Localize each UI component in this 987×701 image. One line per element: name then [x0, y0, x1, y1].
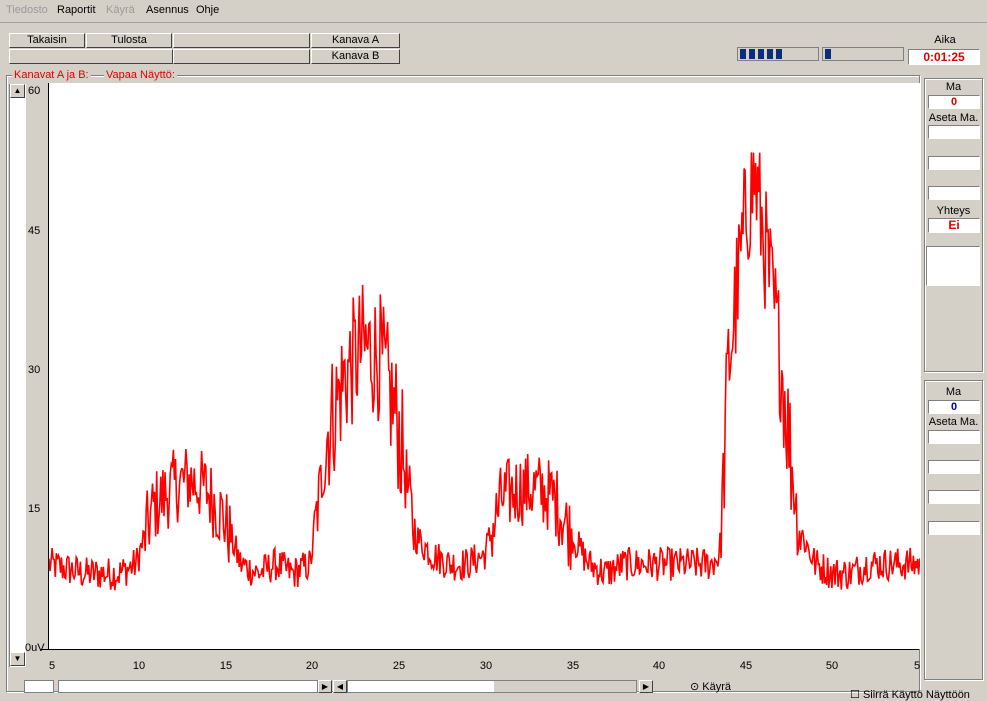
x-tick-label: 45 — [739, 660, 753, 672]
radio-selected-icon[interactable]: ⊙ — [690, 681, 699, 693]
y-tick-label: 60 — [28, 85, 41, 97]
ma-label: Ma — [945, 81, 962, 93]
aseta-ma-input-a[interactable] — [928, 125, 980, 139]
x-tick-label: 30 — [479, 660, 493, 672]
panel-b-input-4[interactable] — [928, 521, 980, 535]
panel-a-input-3[interactable] — [928, 186, 980, 200]
ma-value-b: 0 — [928, 400, 980, 414]
x-axis-line — [40, 649, 919, 650]
panel-b-input-3[interactable] — [928, 490, 980, 504]
x-tick-label: 10 — [132, 660, 146, 672]
menu-reports[interactable]: Raportit — [57, 4, 96, 16]
scroll-right-icon[interactable]: ▶ — [318, 680, 332, 693]
time-label: Aika — [934, 34, 956, 46]
x-tick-label: 40 — [652, 660, 666, 672]
x-tick-label: 20 — [305, 660, 319, 672]
x-tick-label: 5 — [48, 660, 56, 672]
meter-segment — [825, 49, 831, 59]
eeg-trace-line — [48, 152, 921, 591]
x-tick-label: 15 — [219, 660, 233, 672]
menu-bar: Tiedosto Raportit Käyrä Asennus Ohje — [0, 0, 987, 23]
panel-a-input-2[interactable] — [928, 156, 980, 170]
menu-curve[interactable]: Käyrä — [106, 4, 135, 16]
curve-radio[interactable]: ⊙ Käyrä — [690, 680, 731, 693]
chart-channels-label: Kanavat A ja B: — [12, 69, 91, 81]
channel-b-button[interactable]: Kanava B — [311, 49, 400, 64]
checkbox-icon[interactable]: ☐ — [850, 689, 860, 701]
x-tick-label: 25 — [392, 660, 406, 672]
toolbar-blank-button[interactable] — [173, 33, 310, 48]
chart-mode-label: Vapaa Näyttö: — [104, 69, 177, 81]
ma-label: Ma — [945, 386, 962, 398]
level-meter-b — [822, 47, 904, 61]
channel-a-button[interactable]: Kanava A — [311, 33, 400, 48]
meter-segment — [758, 49, 764, 59]
print-button[interactable]: Tulosta — [86, 33, 172, 48]
scroll-right-icon[interactable]: ▶ — [639, 680, 653, 693]
level-meter-a — [737, 47, 819, 61]
plot-area — [45, 82, 921, 649]
y-tick-label: 15 — [28, 503, 41, 515]
menu-help[interactable]: Ohje — [196, 4, 219, 16]
connection-label: Yhteys — [936, 205, 971, 217]
meter-segment — [749, 49, 755, 59]
y-tick-label: 0uV — [25, 642, 45, 654]
curve-radio-label: Käyrä — [702, 681, 732, 693]
transfer-checkbox-label: Siirrä Käyttö Näyttöön — [862, 689, 970, 701]
x-tick-label: 50 — [825, 660, 839, 672]
scroll-up-icon[interactable]: ▲ — [10, 84, 25, 98]
connection-value: Ei — [928, 218, 980, 233]
x-tick-label: 35 — [566, 660, 580, 672]
vertical-scrollbar[interactable]: ▲ ▼ — [9, 84, 26, 667]
aseta-ma-label: Aseta Ma. — [928, 112, 979, 124]
eeg-chart — [45, 82, 921, 591]
aseta-ma-label: Aseta Ma. — [928, 416, 979, 428]
scrollbar-track — [348, 681, 494, 692]
horizontal-scrollbar-a[interactable] — [58, 680, 318, 693]
scroll-down-icon[interactable]: ▼ — [10, 652, 25, 666]
y-tick-label: 30 — [28, 364, 41, 376]
back-button[interactable]: Takaisin — [9, 33, 85, 48]
menu-file[interactable]: Tiedosto — [6, 4, 48, 16]
ma-value-a: 0 — [928, 95, 980, 109]
toolbar-blank-button-3[interactable] — [173, 49, 310, 64]
time-value: 0:01:25 — [908, 49, 980, 65]
menu-settings[interactable]: Asennus — [146, 4, 189, 16]
panel-a-display — [926, 246, 980, 286]
panel-b-input-2[interactable] — [928, 460, 980, 474]
transfer-checkbox[interactable]: ☐ Siirrä Käyttö Näyttöön — [850, 688, 987, 701]
meter-segment — [776, 49, 782, 59]
horizontal-scrollbar-b[interactable] — [347, 680, 637, 693]
meter-segment — [740, 49, 746, 59]
y-tick-label: 45 — [28, 225, 41, 237]
aseta-ma-input-b[interactable] — [928, 430, 980, 444]
scroll-left-icon[interactable]: ◀ — [333, 680, 347, 693]
bottom-field[interactable] — [24, 680, 54, 693]
meter-segment — [767, 49, 773, 59]
toolbar-blank-button-2[interactable] — [9, 49, 173, 64]
